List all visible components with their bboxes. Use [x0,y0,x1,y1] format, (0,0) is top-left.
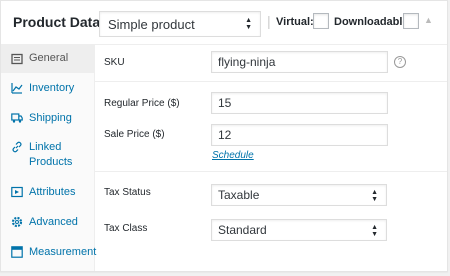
tab-advanced[interactable]: Advanced [1,207,94,237]
tax-class-value: Standard [218,223,267,237]
sku-input[interactable]: flying-ninja [211,51,388,73]
tab-label: Measurement [29,246,97,258]
tax-class-select[interactable]: Standard ▲ ▼ [211,219,387,241]
help-icon[interactable]: ? [394,56,406,68]
attributes-icon [11,186,23,198]
tab-linked-products[interactable]: Linked Products [1,133,94,177]
tab-label: General [29,52,69,64]
tab-attributes[interactable]: Attributes [1,177,94,207]
product-type-select[interactable]: Simple product ▲ ▼ [99,11,261,37]
tab-measurement[interactable]: Measurement [1,237,97,267]
tab-label: Inventory [29,82,75,94]
select-down-arrow-icon: ▼ [371,196,378,203]
collapse-toggle-icon[interactable]: ▲ [424,15,433,25]
regular-price-input[interactable]: 15 [211,92,388,114]
select-down-arrow-icon: ▼ [245,24,252,31]
tax-class-label: Tax Class [104,223,148,234]
tax-status-value: Taxable [218,188,260,202]
tab-label: Advanced [29,216,78,228]
select-up-arrow-icon: ▲ [371,189,378,196]
general-icon [11,53,23,65]
virtual-label: Virtual: [276,16,314,28]
section-divider [95,171,447,172]
select-up-arrow-icon: ▲ [371,224,378,231]
sale-price-input[interactable]: 12 [211,124,388,146]
sku-value: flying-ninja [218,55,276,69]
tab-label: Attributes [29,186,76,198]
select-down-arrow-icon: ▼ [371,231,378,238]
product-data-panel: Product Data — Simple product ▲ ▼ | Virt… [0,0,448,272]
regular-price-label: Regular Price ($) [104,98,180,109]
select-up-arrow-icon: ▲ [245,17,252,24]
tax-status-select[interactable]: Taxable ▲ ▼ [211,184,387,206]
tax-status-label: Tax Status [104,187,151,198]
tab-label: Shipping [29,112,72,124]
panel-header: Product Data — Simple product ▲ ▼ | Virt… [1,1,447,45]
sale-price-value: 12 [218,128,232,142]
tab-shipping[interactable]: Shipping [1,103,94,133]
product-data-tabs: General Inventory Shipping Linked Produc… [1,45,97,271]
schedule-link[interactable]: Schedule [212,150,254,161]
measurement-icon [11,246,23,258]
sku-label: SKU [104,57,125,68]
link-icon [11,141,23,153]
product-type-value: Simple product [108,17,195,32]
shipping-icon [11,112,23,124]
inventory-icon [11,82,23,94]
tab-general[interactable]: General [1,45,94,73]
section-divider [95,81,447,82]
gear-icon [11,216,23,228]
tab-label: Linked Products [29,141,73,168]
tab-inventory[interactable]: Inventory [1,73,94,103]
virtual-checkbox[interactable] [313,13,329,29]
regular-price-value: 15 [218,96,232,110]
downloadable-checkbox[interactable] [403,13,419,29]
downloadable-label: Downloadable: [334,16,413,28]
header-separator: | [267,13,271,29]
sale-price-label: Sale Price ($) [104,129,165,140]
